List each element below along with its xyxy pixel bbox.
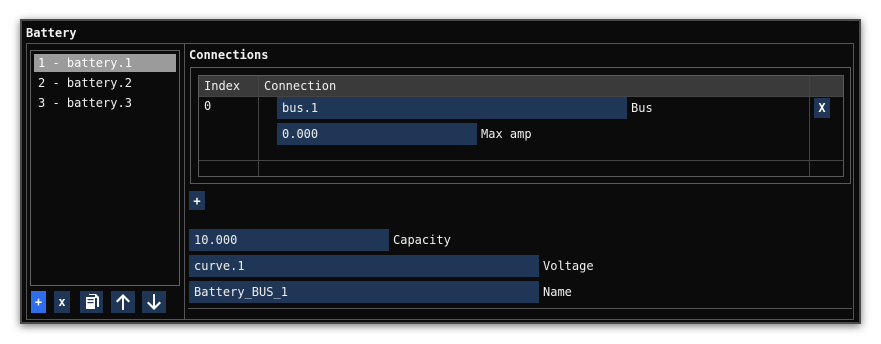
- voltage-field[interactable]: curve.1: [189, 255, 539, 277]
- remove-connection-button[interactable]: X: [814, 98, 830, 118]
- panel-divider: [184, 43, 185, 320]
- battery-list: 1 - battery.1 2 - battery.2 3 - battery.…: [30, 50, 180, 286]
- add-label: +: [34, 295, 43, 309]
- list-item-label: 2 - battery.2: [38, 76, 132, 90]
- window-title: Battery: [26, 26, 77, 40]
- remove-connection-label: X: [818, 101, 826, 115]
- column-header-actions: [810, 76, 843, 96]
- battery-list-item-2[interactable]: 2 - battery.2: [34, 74, 176, 92]
- battery-window: Battery 1 - battery.1 2 - battery.2 3 - …: [20, 19, 861, 324]
- remove-label: x: [58, 295, 66, 309]
- column-header-connection: Connection: [259, 76, 810, 96]
- duplicate-battery-button[interactable]: [80, 291, 103, 313]
- table-row-divider: [199, 160, 843, 161]
- connections-section-label: Connections: [189, 48, 269, 62]
- connections-table: Index Connection 0 bus.1 Bus 0.000 Max a…: [198, 75, 844, 177]
- max-amp-label: Max amp: [481, 127, 532, 141]
- capacity-label: Capacity: [393, 233, 451, 247]
- table-column-divider: [258, 76, 259, 176]
- name-label: Name: [543, 285, 572, 299]
- row-index: 0: [204, 99, 212, 113]
- table-column-divider: [809, 76, 810, 176]
- properties-bottom-divider: [188, 308, 852, 309]
- voltage-label: Voltage: [543, 259, 594, 273]
- bus-label: Bus: [631, 101, 653, 115]
- capacity-field[interactable]: 10.000: [189, 229, 389, 251]
- max-amp-field[interactable]: 0.000: [277, 123, 477, 145]
- list-item-label: 3 - battery.3: [38, 96, 132, 110]
- battery-list-item-3[interactable]: 3 - battery.3: [34, 94, 176, 112]
- column-header-index: Index: [199, 76, 259, 96]
- add-connection-label: +: [193, 193, 201, 208]
- arrow-up-icon: [115, 293, 131, 311]
- name-field[interactable]: Battery_BUS_1: [189, 281, 539, 303]
- add-battery-button[interactable]: +: [31, 291, 46, 313]
- move-down-button[interactable]: [142, 291, 166, 313]
- list-item-label: 1 - battery.1: [38, 56, 132, 70]
- arrow-down-icon: [146, 293, 162, 311]
- add-connection-button[interactable]: +: [189, 191, 205, 210]
- move-up-button[interactable]: [111, 291, 135, 313]
- copy-icon: [85, 294, 99, 310]
- battery-list-item-1[interactable]: 1 - battery.1: [34, 54, 176, 72]
- bus-field[interactable]: bus.1: [277, 97, 627, 119]
- remove-battery-button[interactable]: x: [54, 291, 70, 313]
